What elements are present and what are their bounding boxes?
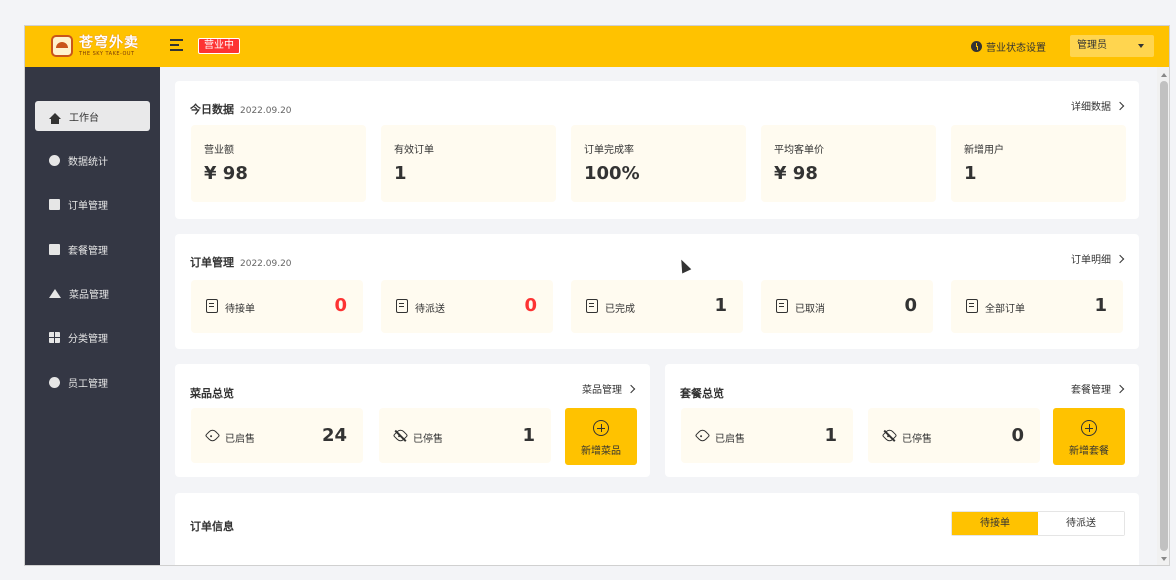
clock-icon bbox=[971, 41, 982, 52]
setmeal-overview-title: 套餐总览 bbox=[680, 387, 724, 400]
info-icon bbox=[49, 376, 60, 388]
user-name: 管理员 bbox=[1077, 40, 1107, 51]
user-menu-dropdown[interactable]: 管理员 bbox=[1070, 35, 1154, 57]
order-accept-icon bbox=[206, 299, 218, 313]
sidebar-item-label: 菜品管理 bbox=[69, 289, 109, 301]
order-all[interactable]: 全部订单 1 bbox=[951, 280, 1123, 333]
sidebar-item-label: 数据统计 bbox=[68, 156, 108, 168]
order-icon bbox=[49, 198, 60, 210]
menu-toggle-icon[interactable] bbox=[170, 39, 183, 51]
plus-circle-icon bbox=[1081, 420, 1097, 436]
order-list-icon bbox=[966, 299, 978, 313]
order-cancel-icon bbox=[776, 299, 788, 313]
caret-down-icon bbox=[1138, 44, 1144, 48]
today-data-card: 今日数据 2022.09.20 详细数据 营业额 ¥ 98 有效订单 1 订单完成率 1… bbox=[175, 81, 1139, 219]
dish-on-sale[interactable]: 已启售 24 bbox=[191, 408, 363, 463]
scroll-down-arrow-icon[interactable] bbox=[1161, 557, 1167, 561]
tag-icon bbox=[204, 427, 221, 444]
sidebar-item-setmeals[interactable]: 套餐管理 bbox=[35, 234, 150, 264]
business-status-settings-label: 营业状态设置 bbox=[986, 43, 1046, 54]
stat-revenue: 营业额 ¥ 98 bbox=[191, 125, 366, 202]
sidebar-item-dishes[interactable]: 菜品管理 bbox=[35, 278, 150, 308]
chart-icon bbox=[49, 154, 60, 166]
logo[interactable]: 苍穹外卖 THE SKY TAKE-OUT bbox=[51, 34, 139, 58]
setmeal-management-link[interactable]: 套餐管理 bbox=[1071, 381, 1125, 396]
app-window: 苍穹外卖 THE SKY TAKE-OUT 营业中 营业状态设置 管理员 工作台… bbox=[24, 25, 1170, 566]
dish-management-link[interactable]: 菜品管理 bbox=[582, 381, 636, 396]
chevron-right-icon bbox=[1115, 254, 1125, 263]
sidebar: 工作台 数据统计 订单管理 套餐管理 菜品管理 分类管理 员工管理 bbox=[25, 67, 160, 565]
sidebar-item-employees[interactable]: 员工管理 bbox=[35, 367, 150, 397]
order-completed[interactable]: 已完成 1 bbox=[571, 280, 743, 333]
stat-valid-orders: 有效订单 1 bbox=[381, 125, 556, 202]
dish-off-sale[interactable]: 已停售 1 bbox=[379, 408, 551, 463]
order-done-icon bbox=[586, 299, 598, 313]
today-data-date: 2022.09.20 bbox=[240, 106, 292, 116]
tag-icon bbox=[694, 427, 711, 444]
tab-waiting-delivery[interactable]: 待派送 bbox=[1038, 512, 1124, 535]
scroll-thumb[interactable] bbox=[1160, 81, 1168, 551]
today-data-title: 今日数据 bbox=[190, 103, 234, 116]
sidebar-item-label: 分类管理 bbox=[68, 333, 108, 345]
order-waiting-delivery[interactable]: 待派送 0 bbox=[381, 280, 553, 333]
chevron-right-icon bbox=[1115, 101, 1125, 110]
logo-icon bbox=[51, 35, 73, 57]
logo-subtitle: THE SKY TAKE-OUT bbox=[79, 50, 135, 57]
sidebar-item-orders[interactable]: 订单管理 bbox=[35, 189, 150, 219]
stat-new-users: 新增用户 1 bbox=[951, 125, 1126, 202]
stat-avg-price: 平均客单价 ¥ 98 bbox=[761, 125, 936, 202]
setmeal-on-sale[interactable]: 已启售 1 bbox=[681, 408, 853, 463]
delivery-icon bbox=[396, 299, 408, 313]
order-info-card: 订单信息 待接单 待派送 bbox=[175, 493, 1139, 565]
sidebar-item-categories[interactable]: 分类管理 bbox=[35, 322, 150, 352]
main-content: 今日数据 2022.09.20 详细数据 营业额 ¥ 98 有效订单 1 订单完成率 1… bbox=[160, 67, 1169, 565]
business-status-badge: 营业中 bbox=[198, 38, 240, 54]
order-management-title: 订单管理 bbox=[190, 256, 234, 269]
order-detail-link[interactable]: 订单明细 bbox=[1071, 251, 1125, 266]
setmeal-off-sale[interactable]: 已停售 0 bbox=[868, 408, 1040, 463]
add-dish-button[interactable]: 新增菜品 bbox=[565, 408, 637, 465]
sidebar-item-label: 套餐管理 bbox=[68, 245, 108, 257]
chevron-right-icon bbox=[626, 384, 636, 393]
order-management-card: 订单管理 2022.09.20 订单明细 待接单 0 待派送 0 已完成 1 已取消 0 … bbox=[175, 234, 1139, 349]
chevron-right-icon bbox=[1115, 384, 1125, 393]
home-icon bbox=[49, 113, 61, 124]
order-info-tabs: 待接单 待派送 bbox=[951, 511, 1125, 536]
gift-icon bbox=[49, 243, 60, 255]
sidebar-item-workbench[interactable]: 工作台 bbox=[35, 101, 150, 131]
tab-waiting-accept[interactable]: 待接单 bbox=[952, 512, 1038, 535]
sidebar-item-statistics[interactable]: 数据统计 bbox=[35, 145, 150, 175]
grid-icon bbox=[49, 331, 60, 343]
detail-data-link[interactable]: 详细数据 bbox=[1071, 98, 1125, 113]
sidebar-item-label: 订单管理 bbox=[68, 200, 108, 212]
tag-off-icon bbox=[392, 427, 409, 444]
stat-completion-rate: 订单完成率 100% bbox=[571, 125, 746, 202]
dish-icon bbox=[49, 288, 61, 298]
dish-overview-title: 菜品总览 bbox=[190, 387, 234, 400]
order-management-date: 2022.09.20 bbox=[240, 259, 292, 269]
setmeal-overview-card: 套餐总览 套餐管理 已启售 1 已停售 0 新增套餐 bbox=[665, 364, 1139, 477]
order-cancelled[interactable]: 已取消 0 bbox=[761, 280, 933, 333]
order-info-title: 订单信息 bbox=[190, 520, 234, 533]
dish-overview-card: 菜品总览 菜品管理 已启售 24 已停售 1 新增菜品 bbox=[175, 364, 650, 477]
business-status-settings-button[interactable]: 营业状态设置 bbox=[971, 39, 1046, 54]
top-bar: 苍穹外卖 THE SKY TAKE-OUT 营业中 营业状态设置 管理员 bbox=[25, 26, 1169, 67]
add-setmeal-button[interactable]: 新增套餐 bbox=[1053, 408, 1125, 465]
tag-off-icon bbox=[881, 427, 898, 444]
logo-title: 苍穹外卖 bbox=[79, 34, 139, 51]
sidebar-item-label: 员工管理 bbox=[68, 378, 108, 390]
scroll-up-arrow-icon[interactable] bbox=[1161, 73, 1167, 77]
order-waiting-accept[interactable]: 待接单 0 bbox=[191, 280, 363, 333]
vertical-scrollbar[interactable] bbox=[1157, 67, 1169, 565]
sidebar-item-label: 工作台 bbox=[69, 112, 99, 124]
plus-circle-icon bbox=[593, 420, 609, 436]
